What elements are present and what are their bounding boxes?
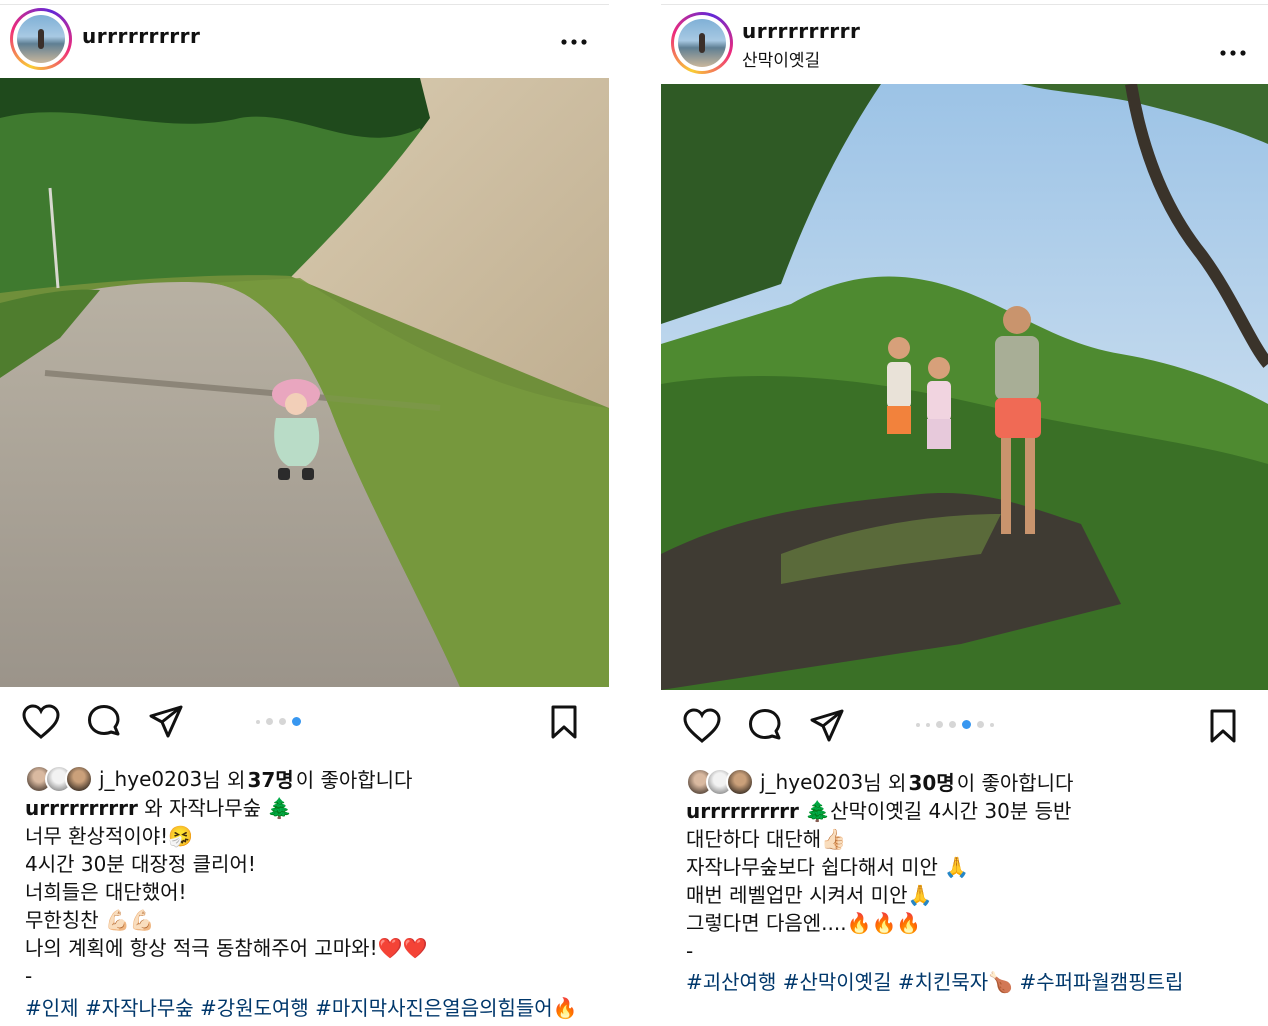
divider <box>0 4 609 5</box>
caption-line: 🌲산막이옛길 4시간 30분 등반 <box>798 799 1072 823</box>
profile-avatar[interactable] <box>10 8 72 70</box>
carousel-dot <box>279 718 286 725</box>
post-left: urrrrrrrrrr j_hye0203 님 외 37명 이 좋아합니다 ur… <box>0 0 609 1026</box>
caption-line: 너무 환상적이야!🤧 <box>25 824 194 848</box>
caption-line: 대단하다 대단해👍🏻 <box>686 827 847 851</box>
carousel-dot <box>916 722 920 727</box>
comment-icon[interactable] <box>86 704 122 744</box>
carousel-dot-active <box>292 717 301 726</box>
comment-icon[interactable] <box>747 708 783 748</box>
more-icon[interactable] <box>1219 37 1247 63</box>
caption-line: 와 자작나무숲 🌲 <box>137 796 293 820</box>
caption-line: 무한칭찬 💪🏻💪🏻 <box>25 908 155 932</box>
likes-suffix: 이 좋아합니다 <box>956 771 1074 795</box>
post-location[interactable]: 산막이옛길 <box>742 46 820 71</box>
caption-line: 나의 계획에 항상 적극 동참해주어 고마와!❤️❤️ <box>25 936 428 960</box>
likes-mid: 님 외 <box>863 771 907 795</box>
carousel-dot <box>977 721 984 728</box>
carousel-dot <box>949 721 956 728</box>
profile-avatar[interactable] <box>671 12 733 74</box>
carousel-dot <box>936 721 943 728</box>
share-icon[interactable] <box>148 704 184 744</box>
likes-count[interactable]: 37명 <box>247 764 293 793</box>
likes-summary[interactable]: j_hye0203 님 외 37명 이 좋아합니다 <box>25 764 412 793</box>
carousel-dot <box>266 718 273 725</box>
likes-suffix: 이 좋아합니다 <box>295 768 413 792</box>
carousel-dot-active <box>962 720 971 729</box>
liker-username[interactable]: j_hye0203 <box>760 770 863 794</box>
caption-line: 너희들은 대단했어! <box>25 880 187 904</box>
caption-line: - <box>686 939 694 963</box>
liker-avatars <box>25 764 93 793</box>
bookmark-icon[interactable] <box>550 704 578 744</box>
hashtags[interactable]: #인제 #자작나무숲 #강원도여행 #마지막사진은열음의힘들어🔥 <box>25 992 578 1021</box>
post-username[interactable]: urrrrrrrrrr <box>82 24 200 48</box>
divider <box>661 4 1268 5</box>
likes-summary[interactable]: j_hye0203 님 외 30명 이 좋아합니다 <box>686 767 1073 796</box>
post-header: urrrrrrrrrr <box>0 8 609 70</box>
action-bar <box>661 708 1268 748</box>
carousel-dot <box>990 722 994 727</box>
heart-icon[interactable] <box>22 704 60 744</box>
post-photo[interactable] <box>661 84 1268 690</box>
caption-line: 그렇다면 다음엔....🔥🔥🔥 <box>686 911 922 935</box>
caption-line: 자작나무숲보다 쉽다해서 미안 🙏 <box>686 855 970 879</box>
caption-username[interactable]: urrrrrrrrrr <box>686 799 799 823</box>
post-caption: urrrrrrrrrr 와 자작나무숲 🌲 너무 환상적이야!🤧 4시간 30분… <box>25 794 427 990</box>
caption-line: - <box>25 964 33 988</box>
hashtags[interactable]: #괴산여행 #산막이옛길 #치킨묵자🍗 #수퍼파월캠핑트립 <box>686 966 1183 995</box>
carousel-indicator <box>916 720 994 729</box>
carousel-indicator <box>256 717 301 726</box>
carousel-dot <box>926 722 930 727</box>
caption-line: 매번 레벨업만 시켜서 미안🙏 <box>686 883 933 907</box>
post-right: urrrrrrrrrr 산막이옛길 j_hye0203 님 외 30명 이 좋아… <box>661 0 1268 1026</box>
share-icon[interactable] <box>809 708 845 748</box>
post-username[interactable]: urrrrrrrrrr <box>742 19 860 43</box>
liker-username[interactable]: j_hye0203 <box>99 767 202 791</box>
likes-mid: 님 외 <box>202 768 246 792</box>
more-icon[interactable] <box>560 26 588 52</box>
likes-count[interactable]: 30명 <box>908 767 954 796</box>
heart-icon[interactable] <box>683 708 721 748</box>
liker-avatars <box>686 767 754 796</box>
post-caption: urrrrrrrrrr 🌲산막이옛길 4시간 30분 등반 대단하다 대단해👍🏻… <box>686 797 1071 965</box>
carousel-dot <box>256 719 260 724</box>
bookmark-icon[interactable] <box>1209 708 1237 748</box>
post-header: urrrrrrrrrr 산막이옛길 <box>661 12 1268 74</box>
post-photo[interactable] <box>0 78 609 687</box>
caption-line: 4시간 30분 대장정 클리어! <box>25 852 256 876</box>
caption-username[interactable]: urrrrrrrrrr <box>25 796 138 820</box>
action-bar <box>0 704 609 744</box>
